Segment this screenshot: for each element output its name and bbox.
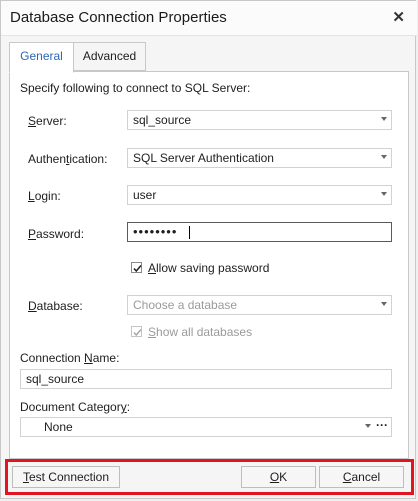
dropdown-arrow-icon[interactable] (381, 155, 387, 159)
dropdown-arrow-icon[interactable] (365, 424, 371, 428)
authentication-combobox[interactable]: SQL Server Authentication (127, 148, 392, 168)
show-all-databases-checkbox[interactable] (131, 326, 142, 337)
connection-name-label: Connection Name: (20, 351, 120, 365)
text-caret (189, 226, 190, 239)
authentication-value: SQL Server Authentication (133, 151, 274, 165)
password-label: Password: (28, 227, 85, 241)
document-category-value: None (44, 420, 73, 434)
ok-button[interactable]: OK (241, 466, 316, 488)
test-connection-button[interactable]: Test Connection (12, 466, 120, 488)
checkmark-icon (133, 329, 142, 337)
general-panel: Specify following to connect to SQL Serv… (9, 71, 409, 459)
intro-text: Specify following to connect to SQL Serv… (20, 81, 251, 95)
dialog-footer: Test Connection OK Cancel (5, 459, 414, 495)
dropdown-arrow-icon[interactable] (381, 192, 387, 196)
ellipsis-button[interactable]: ··· (376, 418, 388, 432)
dropdown-arrow-icon[interactable] (381, 117, 387, 121)
database-placeholder: Choose a database (133, 298, 238, 312)
document-category-label: Document Category: (20, 400, 131, 414)
cancel-button[interactable]: Cancel (319, 466, 404, 488)
connection-properties-dialog: Database Connection Properties ✕ General… (0, 0, 417, 499)
document-category-combobox[interactable]: None ··· (20, 417, 392, 437)
password-mask: •••••••• (133, 224, 178, 239)
login-value: user (133, 188, 157, 202)
database-label: Database: (28, 299, 83, 313)
allow-saving-password-label[interactable]: Allow saving password (148, 261, 269, 275)
login-combobox[interactable]: user (127, 185, 392, 205)
password-input[interactable]: •••••••• (127, 222, 392, 242)
server-label: Server: (28, 114, 67, 128)
tab-advanced[interactable]: Advanced (73, 42, 146, 71)
allow-saving-password-checkbox[interactable] (131, 262, 142, 273)
database-combobox[interactable]: Choose a database (127, 295, 392, 315)
server-combobox[interactable]: sql_source (127, 110, 392, 130)
login-label: Login: (28, 189, 61, 203)
show-all-databases-label[interactable]: Show all databases (148, 325, 252, 339)
close-icon[interactable]: ✕ (392, 8, 405, 26)
connection-name-input[interactable]: sql_source (20, 369, 392, 389)
tab-general[interactable]: General (9, 42, 74, 73)
authentication-label: Authentication: (28, 152, 108, 166)
dropdown-arrow-icon[interactable] (381, 302, 387, 306)
dialog-title: Database Connection Properties (10, 9, 227, 26)
title-bar: Database Connection Properties ✕ (1, 1, 417, 36)
server-value: sql_source (133, 113, 192, 127)
connection-name-value: sql_source (26, 372, 85, 386)
checkmark-icon (133, 265, 142, 273)
